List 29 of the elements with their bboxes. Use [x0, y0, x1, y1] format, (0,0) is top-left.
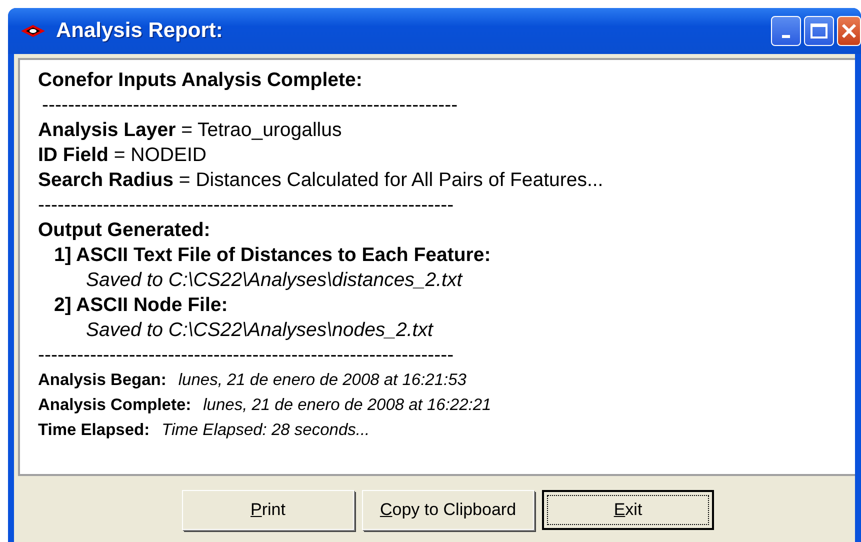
report-heading: Output Generated: — [38, 219, 210, 242]
report-field: Analysis Layer = Tetrao_urogallus — [38, 119, 342, 142]
maximize-icon — [810, 23, 828, 39]
time-value: lunes, 21 de enero de 2008 at 16:22:21 — [203, 396, 492, 415]
minimize-button[interactable] — [771, 16, 801, 46]
dialog-button[interactable]: Print — [182, 490, 354, 530]
report-heading: Conefor Inputs Analysis Complete: — [38, 69, 362, 92]
output-item: 2] ASCII Node File: — [54, 294, 228, 317]
output-item: 1] ASCII Text File of Distances to Each Feature: — [54, 244, 491, 267]
dialog-button[interactable]: Exit — [542, 490, 714, 530]
report-field: Search Radius = Distances Calculated for All Pairs of Features... — [38, 169, 604, 192]
time-label: Analysis Began: — [38, 371, 166, 390]
time-label: Time Elapsed: — [38, 421, 150, 440]
separator-line: ---------------------------------------------------------------- — [38, 194, 454, 217]
file-path: Saved to C:\CS22\Analyses\nodes_2.txt — [86, 319, 433, 342]
maximize-button[interactable] — [804, 16, 834, 46]
close-icon — [841, 23, 857, 39]
window-title: Analysis Report: — [56, 19, 223, 43]
close-button[interactable] — [837, 16, 861, 46]
dialog-button[interactable]: Copy to Clipboard — [362, 490, 534, 530]
file-path: Saved to C:\CS22\Analyses\distances_2.txt — [86, 269, 462, 292]
report-field: ID Field = NODEID — [38, 144, 206, 167]
separator-line: ---------------------------------------------------------------- — [38, 344, 454, 367]
time-label: Analysis Complete: — [38, 396, 192, 415]
separator-line: ---------------------------------------------------------------- — [42, 94, 458, 117]
eye-icon — [20, 25, 46, 37]
minimize-icon — [782, 34, 790, 38]
time-value: Time Elapsed: 28 seconds... — [162, 421, 370, 440]
time-value: lunes, 21 de enero de 2008 at 16:21:53 — [178, 371, 466, 390]
